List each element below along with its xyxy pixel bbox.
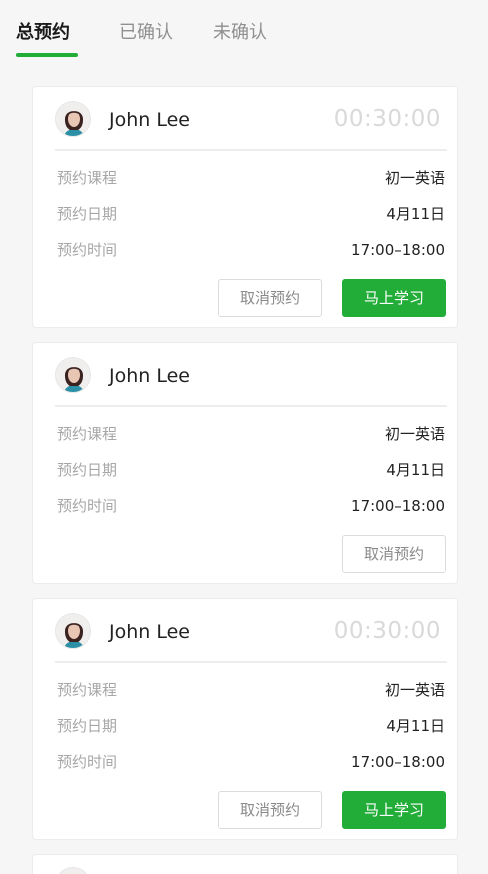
date-value: 4月11日: [386, 205, 445, 223]
avatar-portrait-icon: [56, 358, 90, 392]
booking-card: John Lee 00:30:00 预约课程 初一英语 预约日期 4月11日 预…: [32, 598, 458, 840]
card-divider: [55, 661, 447, 663]
date-row: 预约日期 4月11日: [57, 714, 445, 738]
date-row: 预约日期 4月11日: [57, 202, 445, 226]
time-value: 17:00–18:00: [351, 753, 445, 771]
countdown-timer: 00:30:00: [333, 618, 441, 644]
time-label: 预约时间: [57, 241, 118, 259]
booking-card: John Lee 00:30:00 预约课程 初一英语 预约日期 4月11日 预…: [32, 86, 458, 328]
start-study-button[interactable]: 马上学习: [342, 279, 446, 317]
tab-unconfirmed[interactable]: 未确认: [213, 20, 267, 46]
course-label: 预约课程: [57, 169, 118, 187]
teacher-name: John Lee: [109, 621, 190, 643]
course-value: 初一英语: [384, 169, 445, 187]
card-divider: [55, 149, 447, 151]
teacher-avatar: [55, 867, 91, 874]
avatar-portrait-icon: [56, 102, 90, 136]
teacher-name: John Lee: [109, 109, 190, 131]
course-label: 预约课程: [57, 425, 118, 443]
booking-card: John Lee 预约课程 初一英语 预约日期 4月11日 预约时间 17:00…: [32, 342, 458, 584]
avatar-portrait-icon: [56, 868, 90, 874]
card-divider: [55, 405, 447, 407]
teacher-avatar: [55, 357, 91, 393]
time-row: 预约时间 17:00–18:00: [57, 494, 445, 518]
tab-confirmed[interactable]: 已确认: [119, 20, 173, 46]
cancel-booking-button[interactable]: 取消预约: [342, 535, 446, 573]
cancel-booking-button[interactable]: 取消预约: [218, 791, 322, 829]
tab-all-bookings[interactable]: 总预约: [16, 20, 70, 46]
course-value: 初一英语: [384, 425, 445, 443]
active-tab-indicator: [16, 53, 78, 57]
course-row: 预约课程 初一英语: [57, 422, 445, 446]
time-label: 预约时间: [57, 497, 118, 515]
teacher-avatar: [55, 613, 91, 649]
date-value: 4月11日: [386, 717, 445, 735]
teacher-avatar: [55, 101, 91, 137]
course-label: 预约课程: [57, 681, 118, 699]
avatar-portrait-icon: [56, 614, 90, 648]
start-study-button[interactable]: 马上学习: [342, 791, 446, 829]
tab-bar: 总预约 已确认 未确认: [0, 0, 488, 64]
course-row: 预约课程 初一英语: [57, 678, 445, 702]
time-value: 17:00–18:00: [351, 497, 445, 515]
cancel-booking-button[interactable]: 取消预约: [218, 279, 322, 317]
course-row: 预约课程 初一英语: [57, 166, 445, 190]
date-value: 4月11日: [386, 461, 445, 479]
time-label: 预约时间: [57, 753, 118, 771]
time-row: 预约时间 17:00–18:00: [57, 238, 445, 262]
time-row: 预约时间 17:00–18:00: [57, 750, 445, 774]
date-row: 预约日期 4月11日: [57, 458, 445, 482]
teacher-name: John Lee: [109, 365, 190, 387]
date-label: 预约日期: [57, 205, 118, 223]
date-label: 预约日期: [57, 717, 118, 735]
course-value: 初一英语: [384, 681, 445, 699]
time-value: 17:00–18:00: [351, 241, 445, 259]
countdown-timer: 00:30:00: [333, 106, 441, 132]
booking-card-partial: [32, 854, 458, 874]
date-label: 预约日期: [57, 461, 118, 479]
